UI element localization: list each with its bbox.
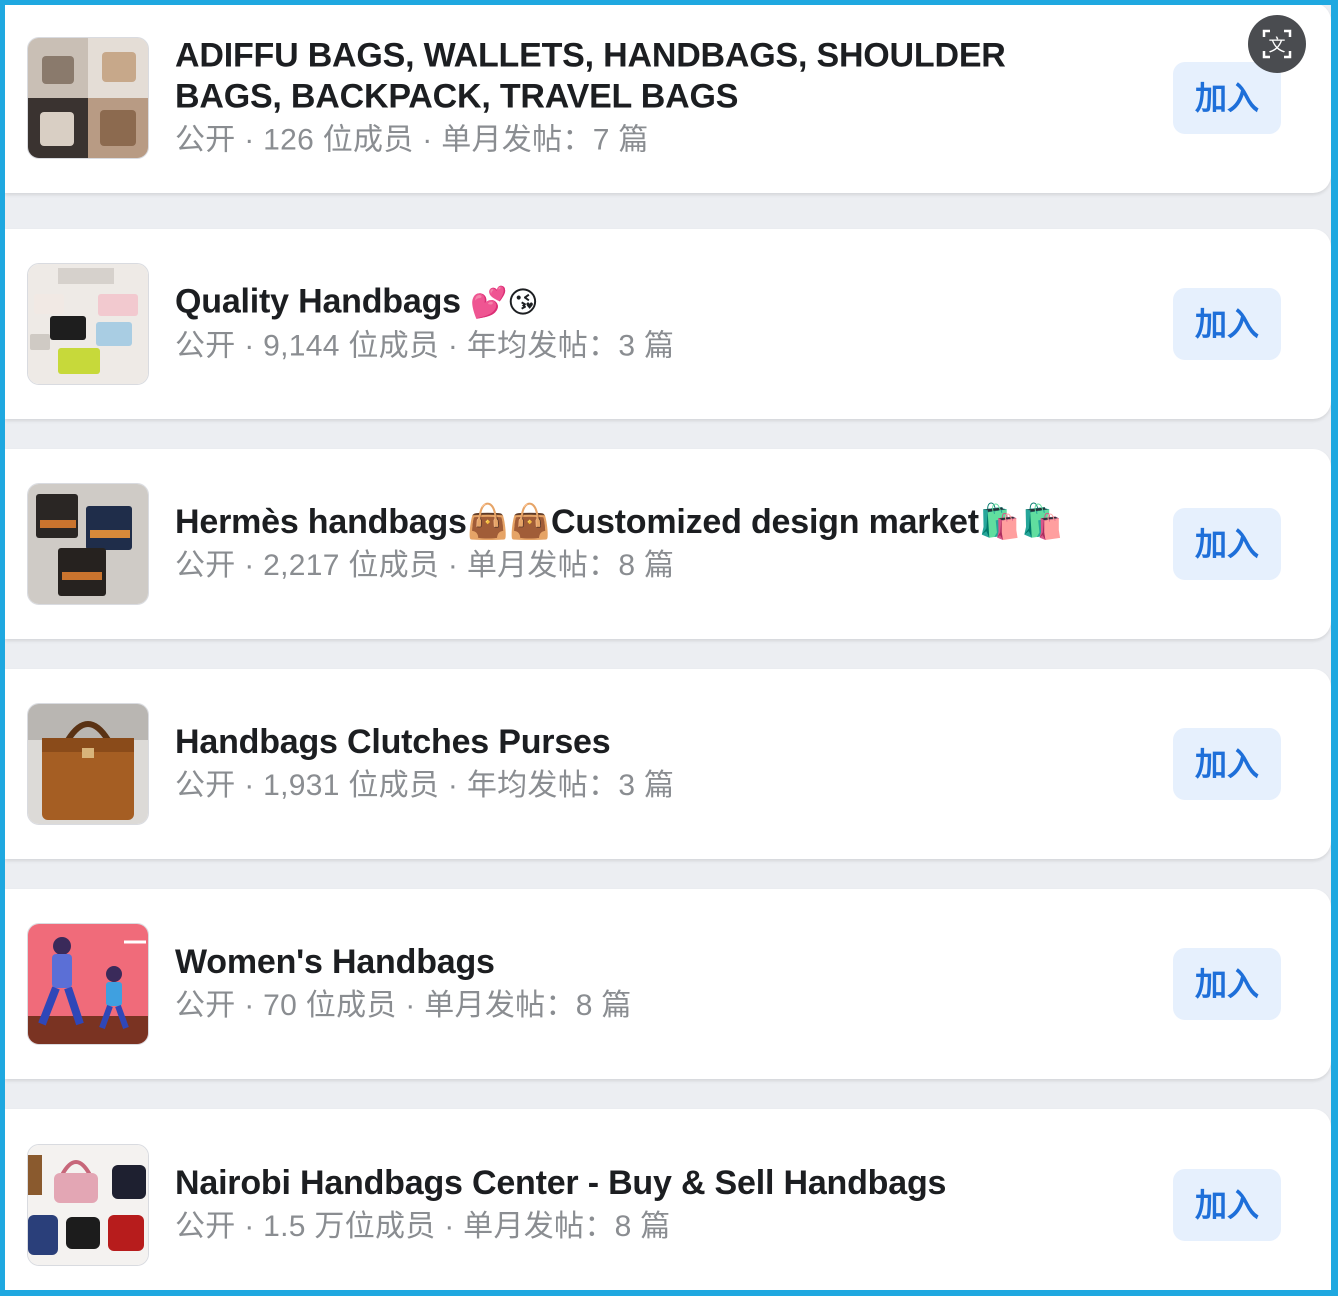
group-info: Women's Handbags 公开 · 70 位成员 · 单月发帖：8 篇 [175, 942, 1101, 1026]
group-info: Handbags Clutches Purses 公开 · 1,931 位成员 … [175, 722, 1101, 806]
group-thumbnail[interactable] [27, 483, 149, 605]
group-meta: 公开 · 1,931 位成员 · 年均发帖：3 篇 [175, 769, 675, 802]
join-button[interactable]: 加入 [1173, 288, 1281, 360]
join-button[interactable]: 加入 [1173, 948, 1281, 1020]
group-card[interactable]: ADIFFU BAGS, WALLETS, HANDBAGS, SHOULDER… [5, 5, 1331, 193]
group-card[interactable]: Hermès handbags👜👜Customized design marke… [5, 449, 1331, 639]
join-button[interactable]: 加入 [1173, 728, 1281, 800]
translate-icon: 文 [1262, 29, 1292, 59]
group-card[interactable]: Quality Handbags 💕😘 公开 · 9,144 位成员 · 年均发… [5, 229, 1331, 419]
svg-text:文: 文 [1269, 36, 1286, 56]
group-info: Nairobi Handbags Center - Buy & Sell Han… [175, 1163, 1101, 1247]
group-thumbnail[interactable] [27, 263, 149, 385]
group-meta: 公开 · 126 位成员 · 单月发帖：7 篇 [175, 123, 649, 157]
group-thumbnail[interactable] [27, 703, 149, 825]
group-list: 文 ADIFFU BAGS, WALLETS, HANDBAGS, SHOULD… [5, 5, 1331, 1290]
group-meta: 公开 · 70 位成员 · 单月发帖：8 篇 [175, 989, 632, 1022]
group-title[interactable]: Quality Handbags 💕😘 [175, 282, 1101, 324]
group-info: ADIFFU BAGS, WALLETS, HANDBAGS, SHOULDER… [175, 36, 1101, 161]
join-button[interactable]: 加入 [1173, 508, 1281, 580]
group-card[interactable]: Nairobi Handbags Center - Buy & Sell Han… [5, 1109, 1331, 1290]
group-info: Hermès handbags👜👜Customized design marke… [175, 502, 1101, 586]
group-meta: 公开 · 9,144 位成员 · 年均发帖：3 篇 [175, 329, 675, 363]
translate-button[interactable]: 文 [1248, 15, 1306, 73]
group-title[interactable]: ADIFFU BAGS, WALLETS, HANDBAGS, SHOULDER… [175, 36, 1101, 118]
group-title[interactable]: Women's Handbags [175, 942, 1101, 983]
group-card[interactable]: Handbags Clutches Purses 公开 · 1,931 位成员 … [5, 669, 1331, 859]
group-thumbnail[interactable] [27, 923, 149, 1045]
group-card[interactable]: Women's Handbags 公开 · 70 位成员 · 单月发帖：8 篇 … [5, 889, 1331, 1079]
group-info: Quality Handbags 💕😘 公开 · 9,144 位成员 · 年均发… [175, 282, 1101, 367]
group-thumbnail[interactable] [27, 37, 149, 159]
title-emoji: 💕😘 [470, 285, 539, 321]
join-button[interactable]: 加入 [1173, 1169, 1281, 1241]
group-title[interactable]: Hermès handbags👜👜Customized design marke… [175, 502, 1101, 543]
join-button[interactable]: 加入 [1173, 62, 1281, 134]
group-title[interactable]: Handbags Clutches Purses [175, 722, 1101, 763]
group-meta: 公开 · 1.5 万位成员 · 单月发帖：8 篇 [175, 1210, 671, 1243]
group-meta: 公开 · 2,217 位成员 · 单月发帖：8 篇 [175, 549, 675, 582]
group-title[interactable]: Nairobi Handbags Center - Buy & Sell Han… [175, 1163, 1101, 1204]
group-thumbnail[interactable] [27, 1144, 149, 1266]
